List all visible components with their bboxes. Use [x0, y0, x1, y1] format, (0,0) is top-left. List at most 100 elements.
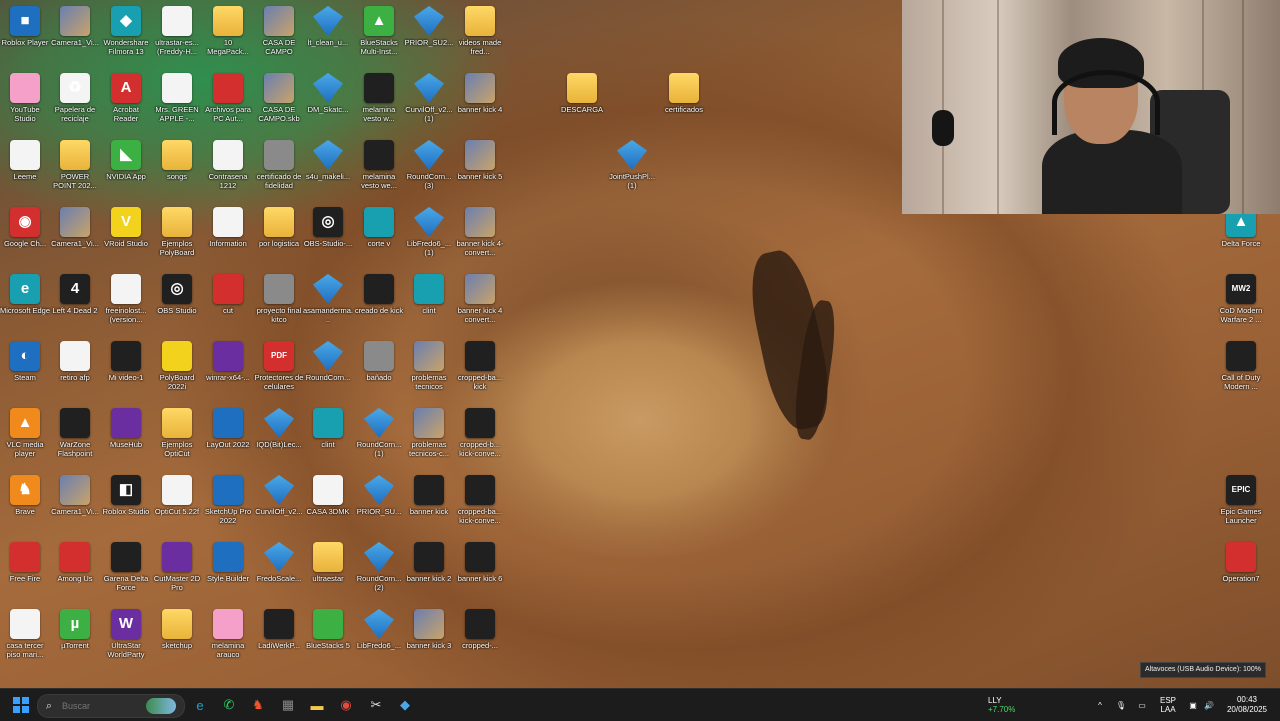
desktop-icon[interactable]: Mrs. GREEN APPLE -...: [151, 71, 203, 135]
start-button[interactable]: [9, 693, 33, 717]
desktop-icon[interactable]: Leeme: [0, 138, 51, 202]
desktop-icon[interactable]: problemas tecnicos-c...: [403, 406, 455, 470]
desktop-icon[interactable]: ♻ Papelera de reciclaje: [49, 71, 101, 135]
desktop-icon[interactable]: CASA DE CAMPO: [253, 4, 305, 68]
desktop-icon[interactable]: BlueStacks 5: [302, 607, 354, 671]
desktop-icon[interactable]: banner kick 4 convert...: [454, 272, 506, 336]
desktop-icon[interactable]: sketchup: [151, 607, 203, 671]
desktop-icon[interactable]: LibFredo6_... (1): [403, 205, 455, 269]
desktop-icon[interactable]: melamina arauco: [202, 607, 254, 671]
desktop-icon[interactable]: RoundCorn... (1): [353, 406, 405, 470]
desktop-icon[interactable]: Mi video-1: [100, 339, 152, 403]
desktop-icon[interactable]: Camera1_Vi...: [49, 4, 101, 68]
desktop-icon[interactable]: µ µTorrent: [49, 607, 101, 671]
desktop-icon[interactable]: ◣ NVIDIA App: [100, 138, 152, 202]
desktop-icon[interactable]: ▲ VLC media player: [0, 406, 51, 470]
search-box[interactable]: ⌕: [37, 694, 185, 718]
desktop-icon[interactable]: OptiCut 5.22f: [151, 473, 203, 537]
desktop-icon[interactable]: W UltraStar WorldParty: [100, 607, 152, 671]
desktop-icon[interactable]: problemas tecnicos: [403, 339, 455, 403]
desktop-icon[interactable]: asamanderma...: [302, 272, 354, 336]
desktop-icon[interactable]: PRIOR_SU2...: [403, 4, 455, 68]
desktop-icon[interactable]: Archivos para PC Aut...: [202, 71, 254, 135]
capture-taskbar-icon[interactable]: ✂: [364, 693, 388, 717]
calculator-taskbar-icon[interactable]: ▦: [276, 693, 300, 717]
desktop-icon[interactable]: WarZone Flashpoint: [49, 406, 101, 470]
desktop-icon[interactable]: Information: [202, 205, 254, 269]
desktop-icon[interactable]: clint: [403, 272, 455, 336]
sketchup-taskbar-icon[interactable]: ◆: [393, 693, 417, 717]
desktop-icon[interactable]: JointPushPl... (1): [606, 138, 658, 202]
edge-taskbar-icon[interactable]: e: [188, 693, 212, 717]
desktop-icon[interactable]: V VRoid Studio: [100, 205, 152, 269]
language-indicator[interactable]: ESP LAA: [1156, 689, 1180, 721]
desktop-icon[interactable]: banner kick 4: [454, 71, 506, 135]
desktop-icon[interactable]: PRIOR_SU...: [353, 473, 405, 537]
microphone-icon[interactable]: 🎙: [1114, 689, 1128, 721]
desktop-icon[interactable]: RoundCorn... (2): [353, 540, 405, 604]
desktop-icon[interactable]: ■ Roblox Player: [0, 4, 51, 68]
stock-widget[interactable]: LLY +7.70%: [988, 689, 1048, 721]
desktop-icon[interactable]: DESCARGA: [556, 71, 608, 135]
desktop-icon[interactable]: PDF Protectores de celulares: [253, 339, 305, 403]
desktop-icon[interactable]: ◧ Roblox Studio: [100, 473, 152, 537]
desktop-icon[interactable]: Ejemplos OptiCut: [151, 406, 203, 470]
desktop-icon[interactable]: ◐ Steam: [0, 339, 51, 403]
desktop-icon[interactable]: Camera1_Vi...: [49, 473, 101, 537]
network-icon[interactable]: ▣: [1186, 689, 1200, 721]
desktop-icon[interactable]: SketchUp Pro 2022: [202, 473, 254, 537]
desktop-icon[interactable]: banner kick 2: [403, 540, 455, 604]
desktop-icon[interactable]: clint: [302, 406, 354, 470]
desktop-icon[interactable]: CutMaster 2D Pro: [151, 540, 203, 604]
desktop-icon[interactable]: ◆ Wondershare Filmora 13: [100, 4, 152, 68]
desktop-icon[interactable]: freeinolost... (version...: [100, 272, 152, 336]
desktop-icon[interactable]: Among Us: [49, 540, 101, 604]
desktop-icon[interactable]: banner kick 4-convert...: [454, 205, 506, 269]
desktop-icon[interactable]: CurvilOff_v2... (1): [403, 71, 455, 135]
desktop-icon[interactable]: lt_clean_u...: [302, 4, 354, 68]
desktop-icon[interactable]: Call of Duty Modern ...: [1215, 339, 1267, 403]
clock[interactable]: 00:43 20/08/2025: [1220, 689, 1274, 721]
desktop-icon[interactable]: CASA 3DMK: [302, 473, 354, 537]
desktop-icon[interactable]: DM_Skatc...: [302, 71, 354, 135]
chrome-taskbar-icon[interactable]: ◉: [334, 693, 358, 717]
speaker-icon[interactable]: 🔊: [1202, 689, 1216, 721]
desktop-icon[interactable]: ◎ OBS-Studio-...: [302, 205, 354, 269]
desktop-icon[interactable]: YouTube Studio: [0, 71, 51, 135]
whatsapp-taskbar-icon[interactable]: ✆: [217, 693, 241, 717]
desktop-icon[interactable]: CurvilOff_v2...: [253, 473, 305, 537]
desktop-icon[interactable]: ultraestar: [302, 540, 354, 604]
desktop-icon[interactable]: ▲ Delta Force: [1215, 205, 1267, 269]
desktop-icon[interactable]: A Acrobat Reader: [100, 71, 152, 135]
desktop-icon[interactable]: retiro afp: [49, 339, 101, 403]
brave-taskbar-icon[interactable]: ♞: [246, 693, 270, 717]
desktop-icon[interactable]: certificados: [658, 71, 710, 135]
desktop-icon[interactable]: videos made fred...: [454, 4, 506, 68]
desktop-icon[interactable]: FredoScale...: [253, 540, 305, 604]
desktop-icon[interactable]: Ejemplos PolyBoard: [151, 205, 203, 269]
desktop-icon[interactable]: s4u_makeli...: [302, 138, 354, 202]
desktop-icon[interactable]: por logistica: [253, 205, 305, 269]
desktop-icon[interactable]: certificado de fidelidad: [253, 138, 305, 202]
show-hidden-icons-chevron-icon[interactable]: ^: [1092, 689, 1108, 721]
desktop-icon[interactable]: POWER POINT 202...: [49, 138, 101, 202]
desktop-icon[interactable]: EPIC Epic Games Launcher: [1215, 473, 1267, 537]
desktop-icon[interactable]: ◎ OBS Studio: [151, 272, 203, 336]
desktop-icon[interactable]: ultrastar-es... (Freddy-H...: [151, 4, 203, 68]
desktop-icon[interactable]: banner kick 3: [403, 607, 455, 671]
desktop-icon[interactable]: bañado: [353, 339, 405, 403]
desktop-icon[interactable]: banner kick 6: [454, 540, 506, 604]
desktop-icon[interactable]: Style Builder: [202, 540, 254, 604]
desktop-icon[interactable]: banner kick 5: [454, 138, 506, 202]
desktop-icon[interactable]: creado de kick: [353, 272, 405, 336]
desktop-icon[interactable]: Free Fire: [0, 540, 51, 604]
display-icon[interactable]: ▭: [1134, 689, 1150, 721]
desktop-icon[interactable]: cropped-...: [454, 607, 506, 671]
desktop-icon[interactable]: e Microsoft Edge: [0, 272, 51, 336]
desktop-icon[interactable]: RoundCorn... (3): [403, 138, 455, 202]
desktop-icon[interactable]: PolyBoard 2022i: [151, 339, 203, 403]
desktop-icon[interactable]: cropped-ba... kick-conve...: [454, 473, 506, 537]
desktop-icon[interactable]: LibFredo6_...: [353, 607, 405, 671]
desktop-icon[interactable]: CASA DE CAMPO.skb: [253, 71, 305, 135]
desktop-icon[interactable]: MW2 CoD Modern Warfare 2 ...: [1215, 272, 1267, 336]
